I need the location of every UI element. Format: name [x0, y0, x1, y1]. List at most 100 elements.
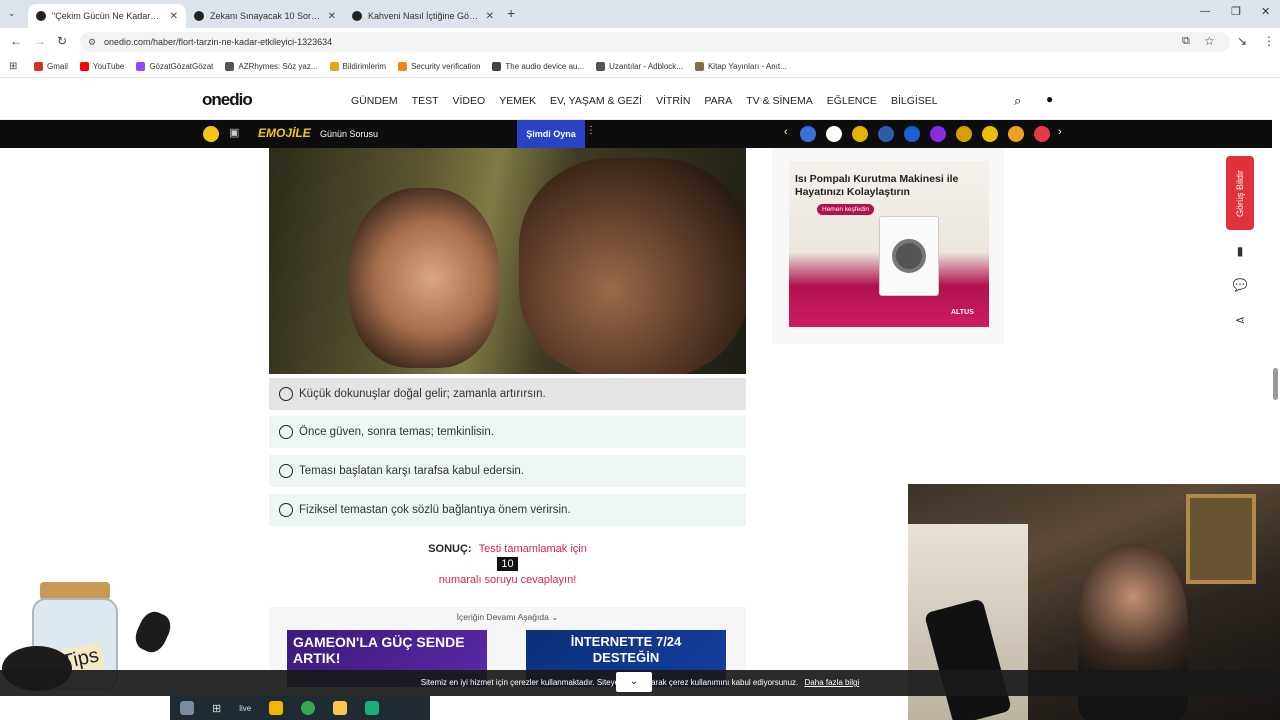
- play-now-button[interactable]: Şimdi Oyna: [517, 120, 585, 148]
- share-icon[interactable]: ⋖: [1231, 311, 1249, 329]
- radio-icon[interactable]: [279, 464, 293, 478]
- apps-grid-icon[interactable]: ⊞: [9, 61, 17, 72]
- question-number-badge[interactable]: 10: [497, 557, 518, 571]
- site-logo[interactable]: onedio: [202, 90, 253, 110]
- chrome-icon[interactable]: [301, 701, 316, 715]
- cookie-text: Sitemiz en iyi hizmet için çerezler kull…: [420, 678, 799, 687]
- continue-label[interactable]: İçeriğin Devamı Aşağıda ⌄: [269, 612, 746, 623]
- bookmark-star-icon[interactable]: ☆: [1204, 34, 1215, 48]
- face-left: [349, 188, 499, 368]
- nav-item[interactable]: GÜNDEM: [351, 95, 398, 107]
- bookmark-item[interactable]: Security verification: [398, 62, 480, 71]
- dryer-ad[interactable]: Isı Pompalı Kurutma Makinesi ile Hayatın…: [789, 161, 989, 327]
- tab-search-icon[interactable]: ⌄: [8, 8, 16, 19]
- game-icon[interactable]: [878, 126, 894, 142]
- chevron-right-icon[interactable]: ›: [1058, 126, 1062, 138]
- bookmark-item[interactable]: The audio device au...: [492, 62, 584, 71]
- close-window-icon[interactable]: ✕: [1261, 5, 1270, 18]
- restore-icon[interactable]: ❐: [1231, 5, 1241, 18]
- bookmark-item[interactable]: Bildirimlerim: [329, 62, 386, 71]
- emojile-brand[interactable]: EMOJİLE: [258, 126, 311, 140]
- chevron-left-icon[interactable]: ‹: [784, 126, 788, 138]
- game-icon[interactable]: [904, 126, 920, 142]
- answer-option[interactable]: Fiziksel temastan çok sözlü bağlantıya ö…: [269, 494, 746, 526]
- tab-2[interactable]: Zekanı Sınayacak 10 Soruluk Ge ✕: [186, 4, 344, 28]
- taskbar: ⊞ live: [170, 696, 430, 720]
- game-icon[interactable]: [852, 126, 868, 142]
- bookmark-label: Kitap Yayınları - Anıt...: [707, 62, 787, 71]
- bookmark-item[interactable]: Gmail: [34, 62, 68, 71]
- install-icon[interactable]: ⧉: [1182, 35, 1190, 48]
- tab-title: "Çekim Gücün Ne Kadar?: One: [52, 11, 164, 21]
- radio-icon[interactable]: [279, 425, 293, 439]
- ad-cta[interactable]: Hemen keşfedin: [817, 204, 874, 215]
- nav-item[interactable]: VİTRİN: [656, 95, 690, 107]
- store-icon[interactable]: [269, 701, 284, 715]
- menu-icon[interactable]: ⋮: [1263, 34, 1275, 48]
- bookmark-label: YouTube: [92, 62, 125, 71]
- new-tab-icon[interactable]: +: [507, 5, 515, 21]
- game-icon[interactable]: [1008, 126, 1024, 142]
- forward-icon[interactable]: →: [34, 34, 46, 48]
- minimize-icon[interactable]: —: [1200, 6, 1210, 17]
- games-icon[interactable]: [203, 126, 219, 142]
- bookmark-favicon-icon: [492, 62, 502, 71]
- nav-item[interactable]: PARA: [704, 95, 732, 107]
- nav-item[interactable]: VİDEO: [453, 95, 486, 107]
- nav-item[interactable]: EĞLENCE: [827, 95, 877, 107]
- download-icon[interactable]: ↘: [1237, 34, 1247, 48]
- answer-option[interactable]: Önce güven, sonra temas; temkinlisin.: [269, 416, 746, 448]
- game-icon[interactable]: [982, 126, 998, 142]
- game-icon[interactable]: [956, 126, 972, 142]
- game-icon[interactable]: [1034, 126, 1050, 142]
- answer-text: Fiziksel temastan çok sözlü bağlantıya ö…: [299, 504, 571, 516]
- comments-icon[interactable]: 💬: [1231, 276, 1249, 294]
- back-icon[interactable]: ←: [10, 34, 22, 48]
- game-icon[interactable]: [930, 126, 946, 142]
- result-line2: numaralı soruyu cevaplayın!: [438, 574, 577, 586]
- result-line1: Testi tamamlamak için: [478, 543, 587, 555]
- folder-icon[interactable]: [333, 701, 348, 715]
- cookie-banner: Sitemiz en iyi hizmet için çerezler kull…: [0, 670, 1280, 696]
- tab-3[interactable]: Kahveni Nasıl İçtiğine Göre Ru ✕: [344, 4, 502, 28]
- bookmark-item[interactable]: Kitap Yayınları - Anıt...: [694, 62, 787, 71]
- answer-option[interactable]: Teması başlatan karşı tarafsa kabul eder…: [269, 455, 746, 487]
- nav-item[interactable]: TEST: [412, 95, 439, 107]
- scrollbar-thumb[interactable]: [1273, 368, 1278, 400]
- bookmark-item[interactable]: Uzantılar - Adblock...: [596, 62, 683, 71]
- widgets-icon[interactable]: ⊞: [212, 702, 221, 715]
- more-icon[interactable]: ⋮: [586, 125, 596, 136]
- task-view-icon[interactable]: [180, 701, 194, 715]
- url-field[interactable]: ⚙ onedio.com/haber/flort-tarzin-ne-kadar…: [80, 32, 1230, 52]
- bookmark-item[interactable]: GözatGözatGözat: [136, 62, 213, 71]
- bookmark-item[interactable]: YouTube: [79, 62, 125, 71]
- reload-icon[interactable]: ↻: [57, 34, 67, 48]
- nav-item[interactable]: TV & SİNEMA: [746, 95, 813, 107]
- bookmark-label: The audio device au...: [505, 62, 585, 71]
- site-info-icon[interactable]: ⚙: [88, 32, 96, 52]
- live-icon[interactable]: live: [239, 704, 251, 713]
- close-tab-icon[interactable]: ✕: [328, 11, 336, 22]
- nav-item[interactable]: EV, YAŞAM & GEZİ: [550, 95, 642, 107]
- game-icon[interactable]: [826, 126, 842, 142]
- app-icon[interactable]: [365, 701, 380, 715]
- close-tab-icon[interactable]: ✕: [486, 11, 494, 22]
- tab-active[interactable]: "Çekim Gücün Ne Kadar?: One ✕: [28, 4, 186, 28]
- search-icon[interactable]: ⌕: [1014, 93, 1021, 109]
- cookie-chevron-icon[interactable]: ⌄: [616, 672, 652, 692]
- answer-option[interactable]: Küçük dokunuşlar doğal gelir; zamanla ar…: [269, 378, 746, 410]
- feedback-button[interactable]: Görüş Bildir: [1226, 156, 1254, 230]
- user-icon[interactable]: ●: [1046, 92, 1053, 106]
- grid-icon[interactable]: ▣: [229, 126, 239, 139]
- nav-item[interactable]: BİLGİSEL: [891, 95, 938, 107]
- bookmark-favicon-icon: [79, 62, 89, 71]
- close-tab-icon[interactable]: ✕: [170, 11, 178, 22]
- radio-icon[interactable]: [279, 387, 293, 401]
- bookmark-item[interactable]: AZRhymes: Söz yaz...: [225, 62, 318, 71]
- cookie-more-link[interactable]: Daha fazla bilgi: [805, 678, 860, 687]
- bookmark-label: AZRhymes: Söz yaz...: [238, 62, 318, 71]
- nav-item[interactable]: YEMEK: [499, 95, 536, 107]
- radio-icon[interactable]: [279, 503, 293, 517]
- bookmark-icon[interactable]: ▮: [1231, 242, 1249, 260]
- game-icon[interactable]: [800, 126, 816, 142]
